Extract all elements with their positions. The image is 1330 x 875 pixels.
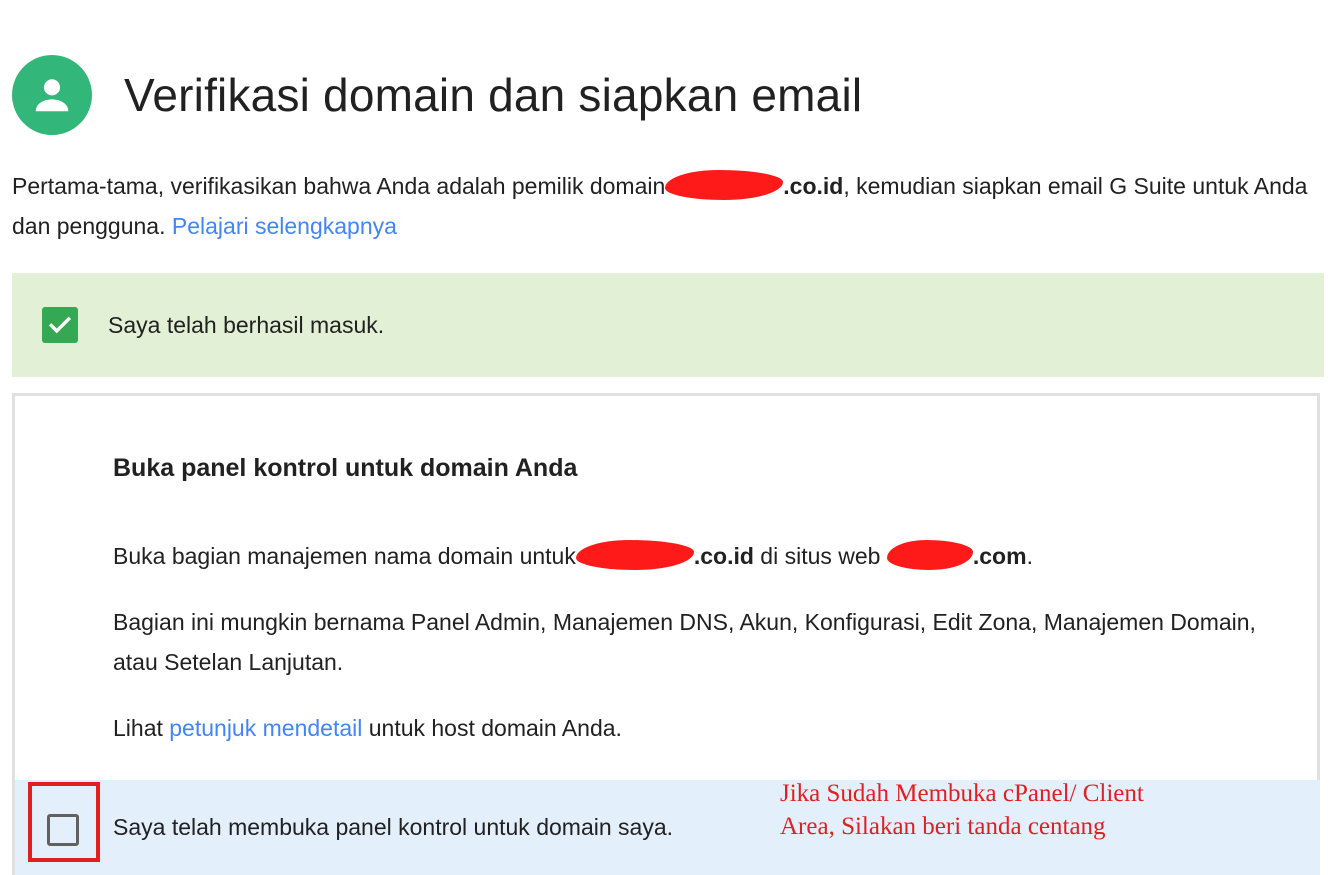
redaction-mark bbox=[575, 540, 694, 570]
intro-text-1: Pertama-tama, verifikasikan bahwa Anda a… bbox=[12, 173, 666, 199]
card-paragraph-3: Lihat petunjuk mendetail untuk host doma… bbox=[113, 708, 1303, 748]
checkmark-icon bbox=[42, 307, 78, 343]
redaction-mark bbox=[665, 170, 784, 200]
page-header: Verifikasi domain dan siapkan email bbox=[12, 55, 862, 135]
card-paragraph-2: Bagian ini mungkin bernama Panel Admin, … bbox=[113, 609, 1256, 675]
card-paragraph-1: Buka bagian manajemen nama domain untuk.… bbox=[113, 536, 1303, 576]
intro-domain-suffix: .co.id bbox=[783, 173, 844, 199]
annotation-line-2: Area, Silakan beri tanda centang bbox=[780, 813, 1106, 840]
intro-paragraph: Pertama-tama, verifikasikan bahwa Anda a… bbox=[12, 166, 1322, 246]
card-p3-text-1: Lihat bbox=[113, 715, 170, 741]
learn-more-link[interactable]: Pelajari selengkapnya bbox=[172, 213, 397, 239]
detailed-instructions-link[interactable]: petunjuk mendetail bbox=[169, 715, 362, 741]
signed-in-banner: Saya telah berhasil masuk. bbox=[12, 273, 1324, 377]
card-p1-text-3: . bbox=[1026, 543, 1033, 569]
annotation-note: Jika Sudah Membuka cPanel/ Client Area, … bbox=[780, 777, 1144, 843]
card-title: Buka panel kontrol untuk domain Anda bbox=[113, 454, 578, 482]
redaction-mark bbox=[886, 540, 973, 570]
card-p1-domain-suffix: .co.id bbox=[693, 543, 754, 569]
card-p1-text-1: Buka bagian manajemen nama domain untuk bbox=[113, 543, 576, 569]
annotation-line-1: Jika Sudah Membuka cPanel/ Client bbox=[780, 780, 1144, 807]
card-p3-text-2: untuk host domain Anda. bbox=[362, 715, 622, 741]
page-title: Verifikasi domain dan siapkan email bbox=[124, 69, 863, 121]
signed-in-text: Saya telah berhasil masuk. bbox=[108, 311, 385, 338]
person-icon bbox=[12, 55, 92, 135]
card-p1-site-suffix: .com bbox=[972, 543, 1027, 569]
card-p1-text-2: di situs web bbox=[753, 543, 887, 569]
confirm-label: Saya telah membuka panel kontrol untuk d… bbox=[113, 814, 673, 840]
annotation-highlight-box bbox=[28, 782, 100, 862]
